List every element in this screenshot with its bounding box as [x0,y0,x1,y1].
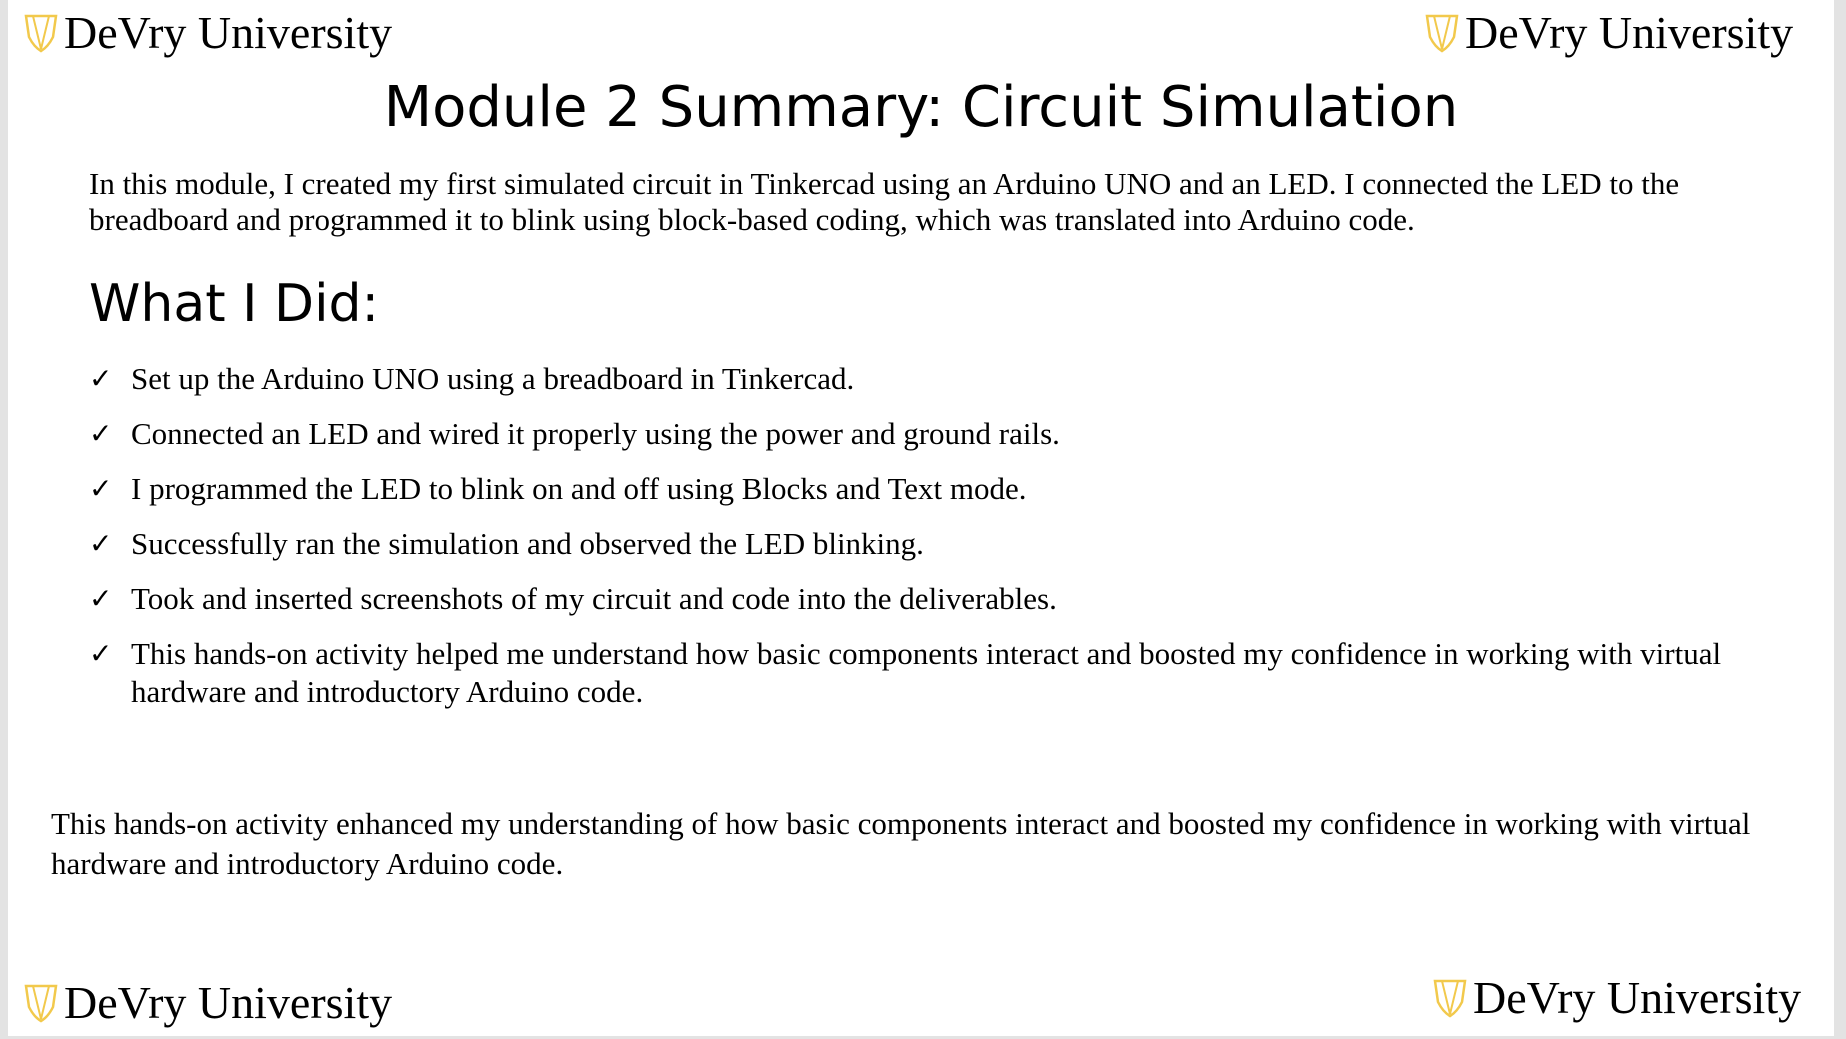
list-item: ✓ Successfully ran the simulation and ob… [89,525,1779,563]
list-item: ✓ This hands-on activity helped me under… [89,635,1779,711]
list-item-text: I programmed the LED to blink on and off… [131,471,1027,506]
list-item-text: Successfully ran the simulation and obse… [131,526,924,561]
logo-text: DeVry University [1465,7,1794,58]
devry-logo-bottom-right: DeVry University [1433,975,1801,1021]
devry-shield-icon [24,984,58,1023]
list-item: ✓ Set up the Arduino UNO using a breadbo… [89,360,1779,398]
list-item: ✓ Connected an LED and wired it properly… [89,415,1779,453]
list-item: ✓ I programmed the LED to blink on and o… [89,470,1779,508]
slide-title: Module 2 Summary: Circuit Simulation [383,75,1459,140]
accomplishment-list: ✓ Set up the Arduino UNO using a breadbo… [89,360,1779,728]
devry-shield-icon [24,14,58,53]
list-item-text: Connected an LED and wired it properly u… [131,416,1060,451]
devry-logo-top-right: DeVry University [1425,10,1793,56]
logo-text: DeVry University [64,7,393,58]
checkmark-icon: ✓ [89,362,113,395]
list-item-text: This hands-on activity helped me underst… [131,636,1722,709]
devry-logo-bottom-left: DeVry University [24,980,392,1026]
closing-paragraph: This hands-on activity enhanced my under… [51,806,1751,881]
list-item-text: Took and inserted screenshots of my circ… [131,581,1057,616]
intro-paragraph: In this module, I created my first simul… [89,166,1680,237]
list-item: ✓ Took and inserted screenshots of my ci… [89,580,1779,618]
checkmark-icon: ✓ [89,637,113,670]
logo-text: DeVry University [64,977,393,1028]
slide: DeVry University DeVry University Module… [8,0,1834,1036]
checkmark-icon: ✓ [89,582,113,615]
devry-shield-icon [1433,979,1467,1018]
checkmark-icon: ✓ [89,472,113,505]
logo-text: DeVry University [1473,972,1802,1023]
list-item-text: Set up the Arduino UNO using a breadboar… [131,361,855,396]
checkmark-icon: ✓ [89,417,113,450]
checkmark-icon: ✓ [89,527,113,560]
section-heading: What I Did: [89,274,380,334]
devry-logo-top-left: DeVry University [24,10,392,56]
devry-shield-icon [1425,14,1459,53]
